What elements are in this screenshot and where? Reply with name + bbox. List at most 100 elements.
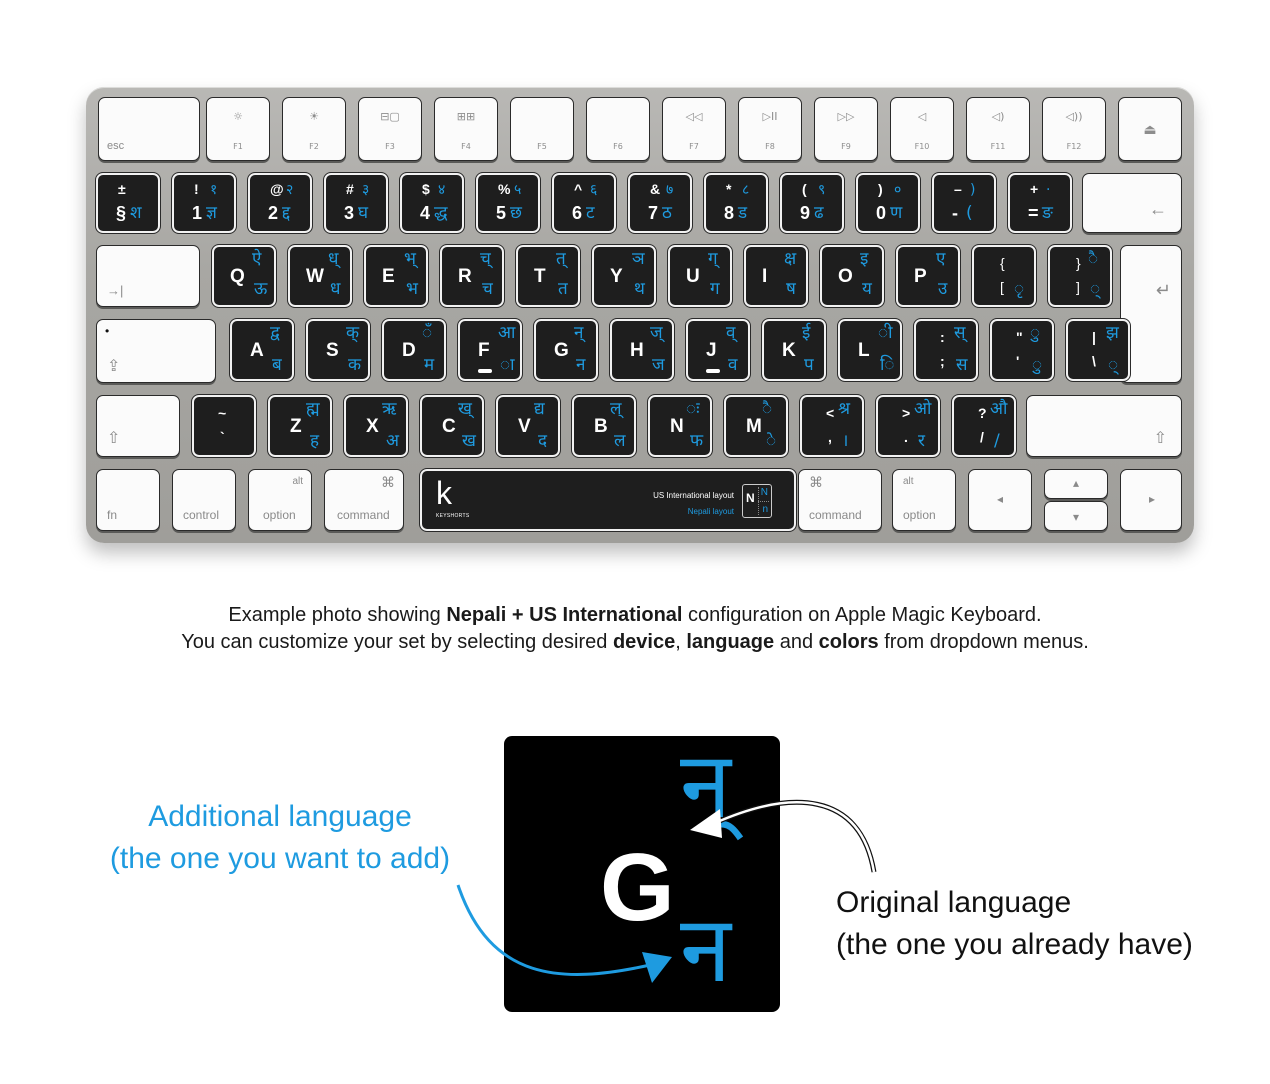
key-g[interactable]: G न् न: [533, 318, 599, 382]
key-10[interactable]: (9 ९ ढ: [779, 172, 845, 234]
key-c[interactable]: C ख् ख: [419, 394, 485, 458]
key-3[interactable]: @2 २ द्द: [247, 172, 313, 234]
caption-emphasis: colors: [818, 631, 879, 653]
key-f12[interactable]: ◁)) F12: [1042, 97, 1106, 161]
key-b[interactable]: B ल् ल: [571, 394, 637, 458]
key-caps-lock[interactable]: • ⇪: [96, 319, 216, 383]
shift-symbol: (: [802, 181, 807, 197]
latin-letter: B: [594, 416, 608, 437]
key-arrow-up[interactable]: ▴: [1044, 469, 1108, 499]
devanagari-shift: न्: [574, 323, 584, 343]
key-12[interactable]: – -) (: [931, 172, 997, 234]
key-f10[interactable]: ◁ F10: [890, 97, 954, 161]
key-eject[interactable]: ⏏: [1118, 97, 1182, 161]
key-n[interactable]: Nः फ: [647, 394, 713, 458]
key-punct-9[interactable]: :; स् स: [913, 318, 979, 382]
key-f4[interactable]: ⊞⊞ F4: [434, 97, 498, 161]
key-s[interactable]: S क् क: [305, 318, 371, 382]
key-option-left[interactable]: alt option: [248, 469, 312, 531]
key-f6[interactable]: F6: [586, 97, 650, 161]
key-o[interactable]: Oइय: [819, 244, 885, 308]
key-k[interactable]: Kईप: [761, 318, 827, 382]
key-7[interactable]: ^ 6 ६ ट: [551, 172, 617, 234]
key-2[interactable]: ! 1 १ ज्ञ: [171, 172, 237, 234]
key-i[interactable]: I क्ष ष: [743, 244, 809, 308]
latin-letter: I: [762, 266, 768, 287]
key-label: command: [809, 508, 862, 522]
key-l[interactable]: Lीि: [837, 318, 903, 382]
key-4[interactable]: #3 ३ घ: [323, 172, 389, 234]
key-arrow-right[interactable]: ▸: [1120, 469, 1182, 531]
key-label: F2: [309, 142, 319, 151]
key-f8[interactable]: ▷II F8: [738, 97, 802, 161]
devanagari-shift: औ: [990, 399, 1008, 419]
key-spacebar[interactable]: k KEYSHORTS US International layout Nepali …: [419, 468, 797, 532]
key-[interactable]: }]ै्: [1047, 244, 1113, 308]
key-option-right[interactable]: alt option: [892, 469, 956, 531]
key-shift-right[interactable]: ⇧: [1026, 395, 1182, 457]
key-esc[interactable]: esc: [98, 97, 200, 161]
key-x[interactable]: Xऋअ: [343, 394, 409, 458]
key-tab[interactable]: →|: [96, 245, 200, 307]
latin-letter: E: [382, 266, 395, 287]
key-1[interactable]: ± § श: [95, 172, 161, 234]
key-f[interactable]: F आा: [457, 318, 523, 382]
key-p[interactable]: Pएउ: [895, 244, 961, 308]
arrow-down-icon: ▾: [1073, 510, 1080, 524]
key-arrow-down[interactable]: ▾: [1044, 501, 1108, 531]
key-punct-b8[interactable]: <, श्र ।: [799, 394, 865, 458]
caption-text: configuration on Apple Magic Keyboard.: [682, 604, 1042, 626]
key-punct-b9[interactable]: >. ओ र: [875, 394, 941, 458]
key-6[interactable]: % 5 ५ छ: [475, 172, 541, 234]
key-f11[interactable]: ◁) F11: [966, 97, 1030, 161]
keyshorts-wordmark: KEYSHORTS: [436, 513, 470, 519]
devanagari-shift: ५: [514, 182, 522, 198]
key-q[interactable]: Qऐऊ: [211, 244, 277, 308]
caption-text: Example photo showing: [228, 604, 447, 626]
key-fn[interactable]: fn: [96, 469, 160, 531]
key-8[interactable]: & 7 ७ ठ: [627, 172, 693, 234]
devanagari-base: थ: [634, 279, 645, 299]
key-f9[interactable]: ▷▷ F9: [814, 97, 878, 161]
key-z[interactable]: Z ह्म ह: [267, 394, 333, 458]
key-punct-b0[interactable]: ~ `: [191, 394, 257, 458]
key-13[interactable]: + = · ङ: [1007, 172, 1073, 234]
shift-symbol: ?: [978, 405, 987, 421]
key-control[interactable]: control: [172, 469, 236, 531]
key-[interactable]: {[ृ: [971, 244, 1037, 308]
key-command-right[interactable]: ⌘ command: [798, 469, 882, 531]
key-w[interactable]: W ध् ध: [287, 244, 353, 308]
key-u[interactable]: U ग् ग: [667, 244, 733, 308]
key-f7[interactable]: ◁◁ F7: [662, 97, 726, 161]
devanagari-base: ज: [652, 355, 665, 375]
key-arrow-left[interactable]: ◂: [968, 469, 1032, 531]
key-backspace[interactable]: ←: [1082, 173, 1182, 233]
key-punct-10[interactable]: " 'ुु: [989, 318, 1055, 382]
key-5[interactable]: $4 ४ द्ध: [399, 172, 465, 234]
key-f1[interactable]: ☼ F1: [206, 97, 270, 161]
key-e[interactable]: E भ् भ: [363, 244, 429, 308]
key-punct-b10[interactable]: ? / औ /: [951, 394, 1017, 458]
key-9[interactable]: * 8 ८ ड: [703, 172, 769, 234]
key-punct-11[interactable]: | \ झ्: [1065, 318, 1131, 382]
key-command-left[interactable]: ⌘ command: [324, 469, 404, 531]
key-j[interactable]: J व् व: [685, 318, 751, 382]
key-r[interactable]: R च् च: [439, 244, 505, 308]
key-a[interactable]: A द्व ब: [229, 318, 295, 382]
key-v[interactable]: V द्य द: [495, 394, 561, 458]
key-f3[interactable]: ⊟▢ F3: [358, 97, 422, 161]
key-shift-left[interactable]: ⇧: [96, 395, 180, 457]
key-y[interactable]: Yञथ: [591, 244, 657, 308]
key-label: F3: [385, 142, 395, 151]
latin-letter: A: [250, 340, 264, 361]
key-h[interactable]: H ज् ज: [609, 318, 675, 382]
key-f5[interactable]: F5: [510, 97, 574, 161]
key-11[interactable]: ) 0 ० ण: [855, 172, 921, 234]
shift-symbol: +: [1030, 181, 1039, 197]
key-f2[interactable]: ☀ F2: [282, 97, 346, 161]
key-m[interactable]: Mैे: [723, 394, 789, 458]
devanagari-base: स: [956, 355, 968, 375]
command-icon: ⌘: [381, 474, 395, 490]
key-d[interactable]: Dँ म: [381, 318, 447, 382]
key-t[interactable]: T त् त: [515, 244, 581, 308]
